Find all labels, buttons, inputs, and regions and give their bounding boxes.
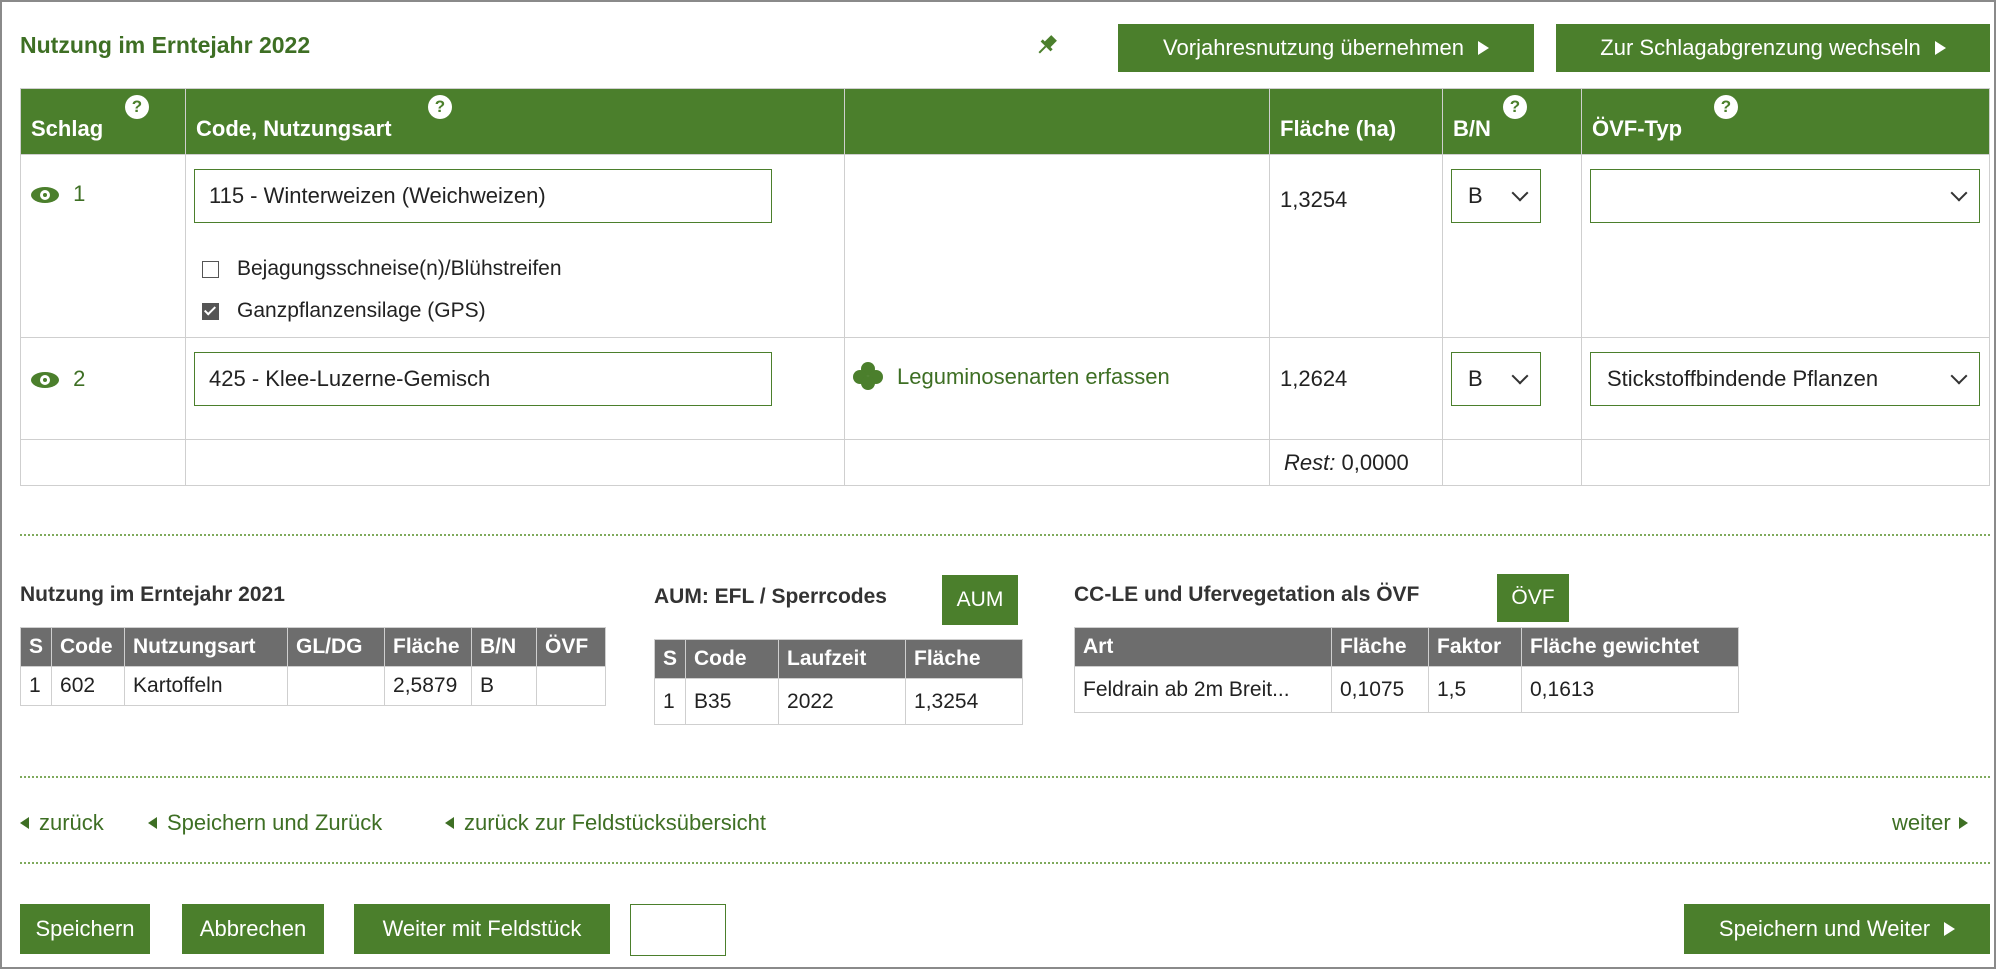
page-content: Nutzung im Erntejahr 2022 Vorjahresnutzu… [10, 10, 1990, 963]
bn-select[interactable]: B [1451, 169, 1541, 223]
flaeche-value: 1,2624 [1269, 337, 1443, 440]
chevron-down-icon [1950, 367, 1968, 385]
ccle-title: CC-LE und Ufervegetation als ÖVF [1074, 583, 1420, 606]
col-code: Code, Nutzungsart? [185, 88, 845, 155]
col-bn: B/N? [1442, 88, 1582, 155]
help-icon[interactable]: ? [428, 95, 452, 119]
rest-cell: Rest: 0,0000 [1269, 439, 1443, 486]
arrow-right-icon [1477, 41, 1489, 55]
table-row: 1 B35 2022 1,3254 [653, 678, 1024, 725]
schlag-cell: 1 [20, 154, 186, 338]
extra-cell: Leguminosenarten erfassen [844, 337, 1270, 440]
table-header-row: Art Fläche Faktor Fläche gewichtet [1074, 627, 1739, 667]
code-cell: 115 - Winterweizen (Weichweizen) Bejagun… [185, 154, 845, 338]
arrow-right-icon [1934, 41, 1946, 55]
ccle-table: Art Fläche Faktor Fläche gewichtet Feldr… [1074, 627, 1739, 713]
back-overview-link[interactable]: zurück zur Feldstücksübersicht [445, 810, 766, 836]
rest-row: Rest: 0,0000 [20, 439, 1990, 486]
checkbox-bejagung[interactable]: Bejagungsschneise(n)/Blühstreifen [202, 257, 844, 281]
save-next-label: Speichern und Weiter [1718, 916, 1931, 941]
arrow-right-icon [1944, 922, 1956, 936]
prev-year-table: S Code Nutzungsart GL/DG Fläche B/N ÖVF … [19, 627, 607, 706]
nutzung-table: Schlag? Code, Nutzungsart? Fläche (ha) B… [20, 88, 1990, 486]
pin-icon[interactable] [1034, 32, 1060, 58]
oevf-badge[interactable]: ÖVF [1497, 574, 1569, 622]
help-icon[interactable]: ? [1503, 95, 1527, 119]
next-link[interactable]: weiter [1892, 810, 1968, 836]
table-row: 1 115 - Winterweizen (Weichweizen) Bejag… [20, 154, 1990, 338]
arrow-left-icon [20, 817, 29, 829]
field-number-input[interactable] [630, 904, 726, 956]
eye-icon[interactable] [31, 187, 59, 204]
chevron-down-icon [1511, 367, 1529, 385]
back-link[interactable]: zurück [20, 810, 104, 836]
vorjahresnutzung-button[interactable]: Vorjahresnutzung übernehmen [1118, 24, 1534, 72]
col-oevf: ÖVF-Typ? [1581, 88, 1990, 155]
arrow-left-icon [148, 817, 157, 829]
save-back-link[interactable]: Speichern und Zurück [148, 810, 382, 836]
code-cell: 425 - Klee-Luzerne-Gemisch [185, 337, 845, 440]
leguminosen-label: Leguminosenarten erfassen [897, 364, 1170, 389]
table-row: 2 425 - Klee-Luzerne-Gemisch Leguminosen… [20, 337, 1990, 440]
help-icon[interactable]: ? [125, 95, 149, 119]
divider [20, 534, 1990, 536]
chevron-down-icon [1511, 184, 1529, 202]
schlagabgrenzung-button[interactable]: Zur Schlagabgrenzung wechseln [1556, 24, 1990, 72]
code-input[interactable]: 115 - Winterweizen (Weichweizen) [194, 169, 772, 223]
table-row: Feldrain ab 2m Breit... 0,1075 1,5 0,161… [1074, 666, 1739, 713]
cancel-button[interactable]: Abbrechen [182, 904, 324, 954]
oevf-select[interactable]: Stickstoffbindende Pflanzen [1590, 352, 1980, 406]
table-row: 1 602 Kartoffeln 2,5879 B [19, 666, 607, 706]
col-schlag: Schlag? [20, 88, 186, 155]
oevf-cell: Stickstoffbindende Pflanzen [1581, 337, 1990, 440]
arrow-right-icon [1958, 817, 1968, 829]
chevron-down-icon [1950, 184, 1968, 202]
page-title: Nutzung im Erntejahr 2022 [20, 32, 311, 58]
aum-table: S Code Laufzeit Fläche 1 B35 2022 1,3254 [653, 639, 1024, 725]
col-flaeche: Fläche (ha) [1269, 88, 1443, 155]
save-next-button[interactable]: Speichern und Weiter [1684, 904, 1990, 954]
table-header-row: S Code Laufzeit Fläche [653, 639, 1024, 679]
oevf-select[interactable] [1590, 169, 1980, 223]
prev-year-title: Nutzung im Erntejahr 2021 [20, 583, 285, 606]
table-header-row: Schlag? Code, Nutzungsart? Fläche (ha) B… [20, 88, 1990, 155]
schlag-number: 2 [73, 366, 86, 391]
code-input[interactable]: 425 - Klee-Luzerne-Gemisch [194, 352, 772, 406]
schlag-cell: 2 [20, 337, 186, 440]
clover-icon [853, 362, 883, 392]
bn-cell: B [1442, 337, 1582, 440]
vorjahresnutzung-label: Vorjahresnutzung übernehmen [1163, 35, 1464, 60]
bn-select[interactable]: B [1451, 352, 1541, 406]
save-button[interactable]: Speichern [20, 904, 150, 954]
leguminosen-link[interactable]: Leguminosenarten erfassen [853, 362, 1269, 392]
rest-value: 0,0000 [1341, 449, 1409, 475]
checkbox-box-checked[interactable] [202, 302, 219, 320]
schlagabgrenzung-label: Zur Schlagabgrenzung wechseln [1600, 35, 1921, 60]
next-field-button[interactable]: Weiter mit Feldstück [354, 904, 610, 954]
rest-label: Rest: [1284, 449, 1336, 475]
aum-title: AUM: EFL / Sperrcodes [654, 585, 887, 608]
divider [20, 776, 1990, 778]
schlag-number: 1 [73, 181, 86, 206]
checkbox-box[interactable] [202, 260, 219, 278]
oevf-cell [1581, 154, 1990, 338]
eye-icon[interactable] [31, 372, 59, 389]
table-header-row: S Code Nutzungsart GL/DG Fläche B/N ÖVF [19, 627, 607, 667]
checkbox-gps[interactable]: Ganzpflanzensilage (GPS) [202, 299, 844, 323]
checkbox-label: Bejagungsschneise(n)/Blühstreifen [237, 257, 562, 280]
col-extra [844, 88, 1270, 155]
divider [20, 862, 1990, 864]
checkbox-label: Ganzpflanzensilage (GPS) [237, 299, 486, 322]
bn-cell: B [1442, 154, 1582, 338]
help-icon[interactable]: ? [1714, 95, 1738, 119]
aum-badge[interactable]: AUM [942, 575, 1018, 625]
extra-cell [844, 154, 1270, 338]
flaeche-value: 1,3254 [1269, 154, 1443, 338]
arrow-left-icon [445, 817, 454, 829]
